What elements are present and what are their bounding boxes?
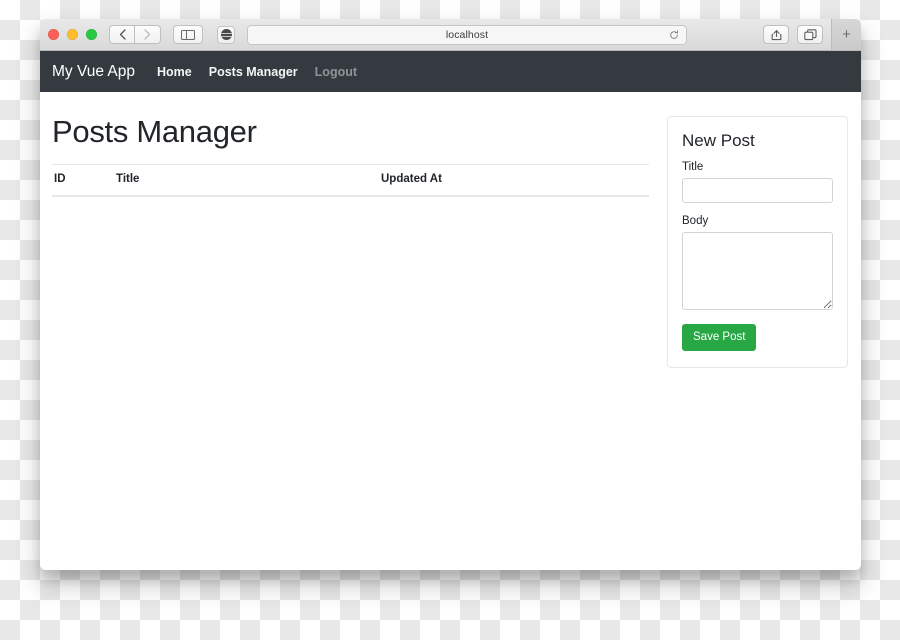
- page-title: Posts Manager: [52, 114, 257, 149]
- content-blocker-icon[interactable]: [217, 25, 235, 44]
- title-input[interactable]: [682, 178, 833, 203]
- maximize-window-button[interactable]: [86, 29, 97, 40]
- navigation-buttons: [109, 25, 161, 44]
- new-post-card: New Post Title Body Save Post: [667, 116, 848, 368]
- tabs-icon: [803, 28, 817, 40]
- column-header-id: ID: [52, 164, 116, 197]
- nav-link-posts-manager[interactable]: Posts Manager: [209, 65, 298, 79]
- reload-icon[interactable]: [669, 29, 679, 40]
- back-button[interactable]: [109, 25, 135, 44]
- browser-window: localhost + My Vue App Home Posts Manage…: [40, 19, 861, 570]
- new-tab-button[interactable]: +: [831, 19, 861, 50]
- chevron-right-icon: [144, 29, 151, 40]
- nav-link-home[interactable]: Home: [157, 65, 192, 79]
- address-url-text: localhost: [445, 28, 489, 41]
- save-post-button[interactable]: Save Post: [682, 324, 757, 351]
- sidebar-column: New Post Title Body Save Post: [649, 114, 849, 570]
- title-field-label: Title: [682, 161, 704, 173]
- body-textarea[interactable]: [682, 232, 833, 310]
- posts-table: ID Title Updated At: [52, 164, 649, 197]
- body-field-label: Body: [682, 215, 709, 227]
- minimize-window-button[interactable]: [67, 29, 78, 40]
- toolbar-right-group: +: [763, 19, 861, 50]
- show-tabs-button[interactable]: [797, 25, 823, 44]
- sidebar-toggle-button[interactable]: [173, 25, 203, 44]
- close-window-button[interactable]: [48, 29, 59, 40]
- new-tab-label: +: [842, 26, 851, 43]
- page-viewport: My Vue App Home Posts Manager Logout Pos…: [40, 51, 861, 570]
- forward-button[interactable]: [135, 25, 161, 44]
- share-button[interactable]: [763, 25, 789, 44]
- posts-table-header-row: ID Title Updated At: [52, 164, 649, 197]
- column-header-updated-at: Updated At: [381, 164, 649, 197]
- app-navbar: My Vue App Home Posts Manager Logout: [40, 51, 861, 92]
- nav-link-logout[interactable]: Logout: [315, 65, 357, 79]
- window-controls: [48, 29, 97, 40]
- posts-column: Posts Manager ID Title Updated At: [52, 114, 649, 570]
- column-header-title: Title: [116, 164, 381, 197]
- chevron-left-icon: [119, 29, 126, 40]
- new-post-heading: New Post: [682, 131, 755, 150]
- address-bar[interactable]: localhost: [247, 24, 687, 45]
- browser-toolbar: localhost +: [40, 19, 861, 51]
- posts-table-head: ID Title Updated At: [52, 164, 649, 197]
- sidebar-icon: [181, 29, 195, 40]
- page-content: Posts Manager ID Title Updated At New Po…: [40, 92, 861, 570]
- navbar-brand[interactable]: My Vue App: [52, 63, 135, 81]
- share-icon: [771, 29, 781, 40]
